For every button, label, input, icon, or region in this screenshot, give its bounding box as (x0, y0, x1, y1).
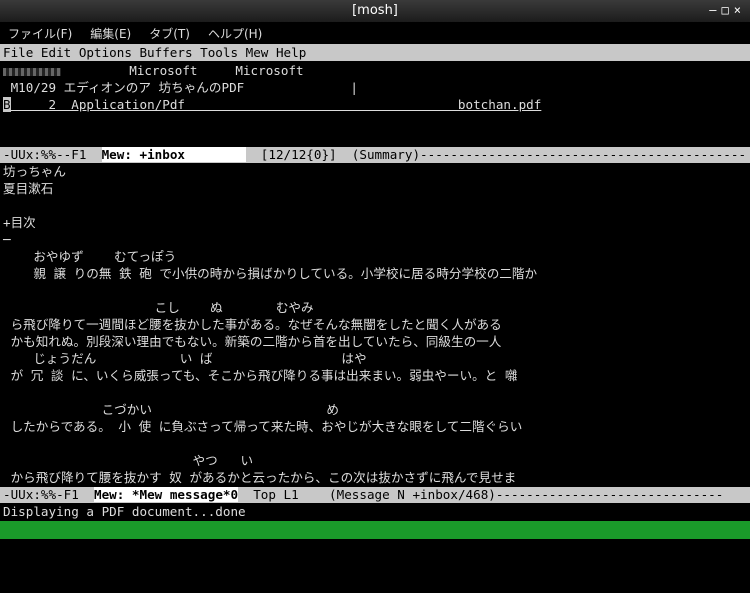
redacted-sender (3, 67, 61, 76)
message-line: おやゆず むてっぽう (3, 249, 177, 264)
menu-help[interactable]: ヘルプ(H) (200, 22, 272, 42)
message-line: 坊っちゃん (3, 164, 66, 179)
maximize-icon[interactable]: □ (722, 3, 734, 17)
tmux-windows[interactable]: [0] 0:emacs* 1:w3m 2:bash- 3:bash 4:bash (3, 539, 321, 557)
message-line: やつ い (3, 453, 254, 468)
minimize-icon[interactable]: – (709, 3, 721, 17)
summary-line[interactable]: M10/29 エディオンのア 坊ちゃんのPDF | (3, 79, 358, 96)
message-line: かも知れぬ。別段深い理由でもない。新築の二階から首を出していたら、同級生の一人 (3, 334, 502, 349)
summary-modeline: -UUx:%%--F1 Mew: +inbox [12/12{0}] (Summ… (0, 147, 750, 163)
terminal-area[interactable]: File Edit Options Buffers Tools Mew Help… (0, 42, 750, 573)
text-cursor: B (3, 97, 11, 112)
message-line: 夏目漱石 (3, 181, 54, 196)
buffer-name: Mew: +inbox (101, 147, 246, 162)
terminal-menubar: ファイル(F) 編集(E) タブ(T) ヘルプ(H) (0, 22, 750, 42)
window-titlebar: [mosh] –□× (0, 0, 750, 22)
window-title: [mosh] (352, 3, 398, 18)
message-modeline: -UUx:%%-F1 Mew: *Mew message*0 Top L1 (M… (0, 487, 750, 503)
message-line: 親 譲 りの無 鉄 砲 で小供の時から損ばかりしている。小学校に居る時分学校の二… (3, 266, 538, 281)
message-line: から飛び降りて腰を抜かす 奴 があるかと云ったから、この次は抜かさずに飛んで見せ… (3, 470, 517, 485)
tmux-status-bar: [0] 0:emacs* 1:w3m 2:bash- 3:bash 4:bash… (0, 521, 750, 573)
message-line: ─ (3, 232, 11, 247)
message-line: +目次 (3, 215, 36, 230)
close-icon[interactable]: × (734, 3, 746, 17)
emacs-menubar[interactable]: File Edit Options Buffers Tools Mew Help (0, 44, 750, 61)
message-line: こし ぬ むやみ (3, 300, 314, 315)
menu-tabs[interactable]: タブ(T) (141, 22, 200, 42)
window-controls: –□× (709, 3, 746, 17)
message-line: こづかい め (3, 402, 339, 417)
tmux-clock: 15:19 29-Oct-13 (633, 558, 747, 573)
echo-area: Displaying a PDF document...done (3, 504, 246, 519)
menu-file[interactable]: ファイル(F) (0, 22, 82, 42)
message-line: じょうだん い ば はや (3, 351, 367, 366)
message-line: が 冗 談 に、いくら威張っても、そこから飛び降りる事は出来まい。弱虫やーい。と… (3, 368, 518, 383)
message-line: したからである。 小 使 に負ぶさって帰って来た時、おやじが大きな眼をして二階ぐ… (3, 419, 523, 434)
summary-line[interactable]: Microsoft Microsoft (3, 62, 304, 79)
summary-line[interactable]: B 2 Application/Pdf botchan.pdf (3, 96, 541, 113)
menu-edit[interactable]: 編集(E) (82, 22, 141, 42)
message-line: ら飛び降りて一週間ほど腰を抜かした事がある。なぜそんな無闇をしたと聞く人がある (3, 317, 502, 332)
buffer-name: Mew: *Mew message*0 (94, 487, 239, 502)
